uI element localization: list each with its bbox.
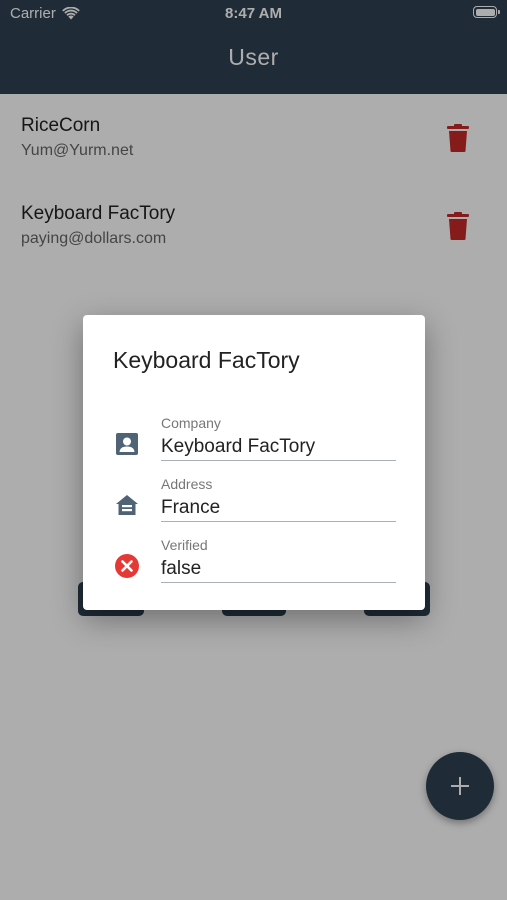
address-field: Address France [83,476,425,534]
verified-field: Verified false [83,537,425,595]
house-icon [116,495,138,515]
error-circle-icon [115,554,139,578]
company-value[interactable]: Keyboard FacTory [161,436,396,461]
address-label: Address [161,476,213,492]
verified-value[interactable]: false [161,558,396,583]
screen: Carrier 8:47 AM User RiceCorn Yum@Yurm.n… [0,0,507,900]
contact-card-icon [116,433,138,455]
dialog-title: Keyboard FacTory [113,347,300,373]
verified-label: Verified [161,537,208,553]
company-field: Company Keyboard FacTory [83,415,425,473]
address-value[interactable]: France [161,497,396,522]
user-details-dialog: Keyboard FacTory Company Keyboard FacTor… [83,315,425,610]
company-label: Company [161,415,221,431]
